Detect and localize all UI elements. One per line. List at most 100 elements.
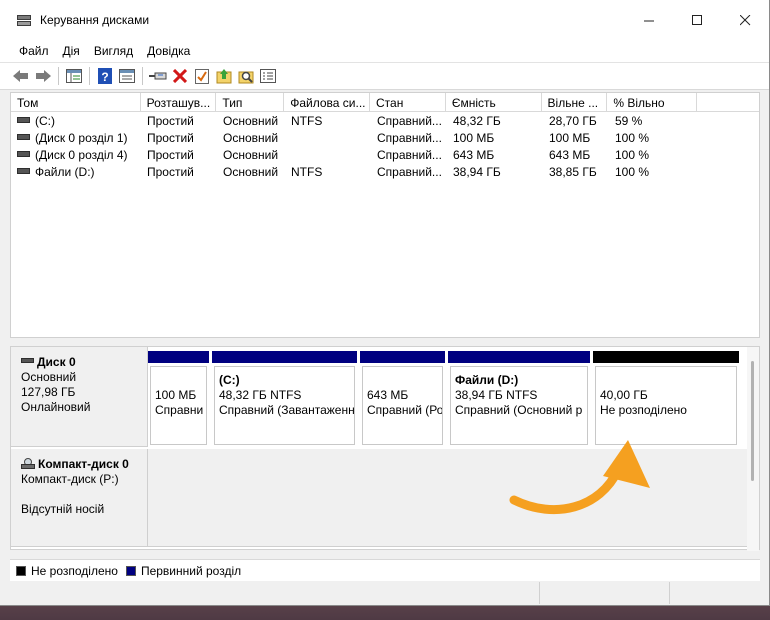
partition-system-reserved[interactable]: 100 МБ Справни: [148, 351, 209, 447]
partition-c[interactable]: (C:) 48,32 ГБ NTFS Справний (Завантаженн: [212, 351, 357, 447]
volume-list: Том Розташув... Тип Файлова си... Стан Є…: [10, 92, 760, 338]
primary-partition-bar: [148, 351, 209, 363]
disk-0-size: 127,98 ГБ: [21, 385, 76, 399]
legend-label-unallocated: Не розподілено: [31, 563, 118, 578]
cell-status: Справний...: [377, 164, 442, 179]
cell-layout: Простий: [147, 164, 194, 179]
primary-partition-bar: [360, 351, 445, 363]
cell-percent-free: 100 %: [615, 147, 650, 162]
check-icon: [195, 69, 209, 84]
status-cell: [540, 582, 670, 604]
search-button[interactable]: [235, 65, 257, 87]
column-header-volume[interactable]: Том: [11, 93, 141, 111]
volume-name: (Диск 0 розділ 1): [35, 130, 128, 145]
column-header-layout[interactable]: Розташув...: [141, 93, 217, 111]
caption-buttons: [625, 0, 769, 40]
menu-bar: Файл Дія Вигляд Довідка: [0, 40, 769, 62]
menu-action[interactable]: Дія: [56, 44, 87, 58]
volume-list-header: Том Розташув... Тип Файлова си... Стан Є…: [11, 93, 759, 112]
list-view-button[interactable]: [257, 65, 279, 87]
table-row[interactable]: (Диск 0 розділ 4) Простий Основний Справ…: [11, 146, 759, 163]
partition-recovery[interactable]: 643 МБ Справний (Ро: [360, 351, 445, 447]
annotation-arrow-icon: [509, 440, 650, 515]
title-bar: Керування дисками: [0, 0, 769, 40]
table-row[interactable]: Файли (D:) Простий Основний NTFS Справни…: [11, 163, 759, 180]
cell-volume: (C:): [11, 114, 141, 128]
up-folder-button[interactable]: [213, 65, 235, 87]
primary-partition-bar: [448, 351, 590, 363]
cdrom-0-name: Компакт-диск 0: [38, 457, 129, 471]
menu-view[interactable]: Вигляд: [87, 44, 140, 58]
partition-status: Справний (Завантаженн: [219, 403, 355, 417]
cell-percent-free: 59 %: [615, 113, 643, 128]
cell-free-space: 643 МБ: [549, 147, 591, 162]
volume-icon: [17, 117, 30, 124]
partition-title: [600, 373, 732, 388]
delete-button[interactable]: [169, 65, 191, 87]
partition-title: [155, 373, 202, 388]
cell-type: Основний: [223, 130, 279, 145]
table-row[interactable]: (Диск 0 розділ 1) Простий Основний Справ…: [11, 129, 759, 146]
table-row[interactable]: (C:) Простий Основний NTFS Справний... 4…: [11, 112, 759, 129]
scrollbar-thumb[interactable]: [751, 361, 754, 481]
column-header-capacity[interactable]: Ємність: [446, 93, 542, 111]
column-header-percent-free[interactable]: % Вільно: [607, 93, 698, 111]
partition-size: 40,00 ГБ: [600, 388, 648, 402]
toolbar-separator: [89, 67, 90, 85]
partition-status: Не розподілено: [600, 403, 687, 417]
partition-info: 643 МБ Справний (Ро: [362, 366, 443, 445]
properties-button[interactable]: [116, 65, 138, 87]
check-button[interactable]: [191, 65, 213, 87]
legend: Не розподілено Первинний розділ: [10, 559, 760, 581]
disk-0-name: Диск 0: [37, 355, 76, 369]
cell-status: Справний...: [377, 113, 442, 128]
menu-file[interactable]: Файл: [12, 44, 56, 58]
cell-free-space: 100 МБ: [549, 130, 591, 145]
cdrom-0-type: Компакт-диск (P:): [21, 472, 119, 486]
console-tree-button[interactable]: [63, 65, 85, 87]
legend-label-primary: Первинний розділ: [140, 563, 242, 578]
column-header-empty: [697, 93, 759, 111]
up-folder-icon: [216, 69, 232, 84]
column-header-status[interactable]: Стан: [370, 93, 446, 111]
partition-size: 643 МБ: [367, 388, 409, 402]
menu-help[interactable]: Довідка: [140, 44, 197, 58]
cell-layout: Простий: [147, 130, 194, 145]
help-button[interactable]: ?: [94, 65, 116, 87]
forward-button[interactable]: [32, 65, 54, 87]
column-header-free-space[interactable]: Вільне ...: [542, 93, 608, 111]
partition-title: (C:): [219, 373, 350, 388]
window-title: Керування дисками: [40, 13, 150, 27]
partition-title: Файли (D:): [455, 373, 583, 388]
partition-status: Справни: [155, 403, 204, 417]
partition-size: 100 МБ: [155, 388, 197, 402]
volume-icon: [17, 151, 30, 158]
maximize-button[interactable]: [673, 0, 721, 40]
disk-management-icon: [16, 13, 32, 27]
cdrom-0-status: Відсутній носій: [21, 502, 105, 516]
disk-view-scrollbar[interactable]: [747, 347, 759, 551]
help-icon: ?: [98, 68, 112, 84]
connect-button[interactable]: [147, 65, 169, 87]
back-button[interactable]: [10, 65, 32, 87]
cell-free-space: 38,85 ГБ: [549, 164, 597, 179]
cell-percent-free: 100 %: [615, 130, 650, 145]
cell-capacity: 38,94 ГБ: [453, 164, 501, 179]
close-button[interactable]: [721, 0, 769, 40]
cdrom-0-label[interactable]: Компакт-диск 0 Компакт-диск (P:) Відсутн…: [11, 449, 148, 547]
primary-partition-bar: [212, 351, 357, 363]
disk-0-label[interactable]: Диск 0 Основний 127,98 ГБ Онлайновий: [11, 347, 148, 447]
volume-name: (Диск 0 розділ 4): [35, 147, 128, 162]
search-icon: [238, 71, 254, 84]
column-header-filesystem[interactable]: Файлова си...: [284, 93, 371, 111]
delete-icon: [173, 69, 187, 83]
partition-status: Справний (Ро: [367, 403, 443, 417]
cell-capacity: 643 МБ: [453, 147, 495, 162]
status-cell: [670, 582, 760, 604]
cell-volume: Файли (D:): [11, 165, 141, 179]
disk-0-type: Основний: [21, 370, 77, 384]
minimize-button[interactable]: [625, 0, 673, 40]
cell-type: Основний: [223, 147, 279, 162]
connect-icon: [149, 72, 167, 80]
column-header-type[interactable]: Тип: [216, 93, 285, 111]
